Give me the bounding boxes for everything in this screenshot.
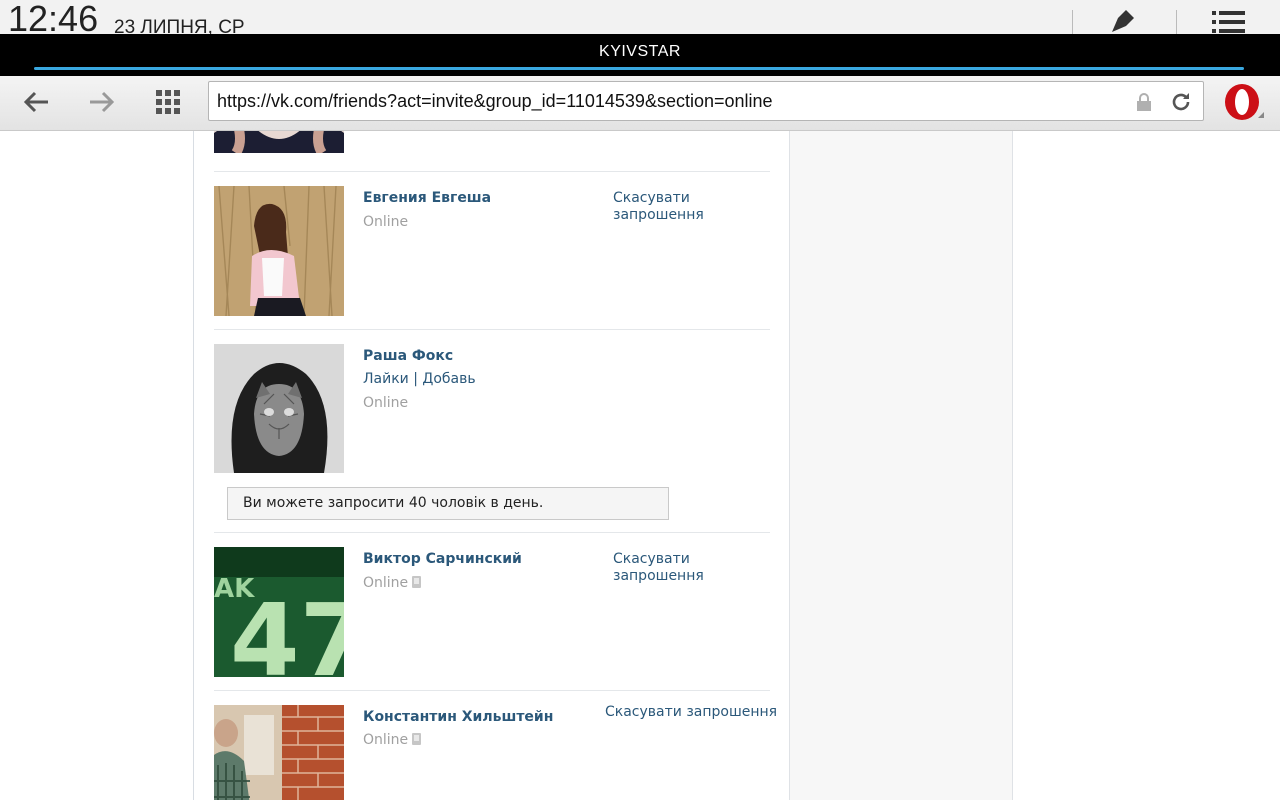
cancel-invite-link[interactable]: Скасувати запрошення (605, 704, 777, 721)
avatar[interactable] (214, 344, 344, 473)
notice-text: Ви можете запросити 40 чоловік в день. (243, 495, 544, 511)
menu-list-icon[interactable] (1210, 10, 1246, 34)
speed-dial-button[interactable] (150, 86, 186, 118)
cancel-invite-link[interactable]: Скасувати запрошення (613, 190, 713, 224)
row-divider (214, 690, 770, 691)
speed-dial-grid-icon (156, 90, 180, 114)
online-status-text: Online (363, 732, 409, 748)
friend-name[interactable]: Константин Хильштейн (363, 709, 553, 725)
browser-toolbar: https://vk.com/friends?act=invite&group_… (0, 76, 1280, 131)
status-separator (1176, 10, 1177, 34)
carrier-name: KYIVSTAR (599, 43, 681, 60)
lock-icon (1137, 93, 1151, 111)
avatar[interactable] (214, 186, 344, 316)
address-bar[interactable]: https://vk.com/friends?act=invite&group_… (208, 81, 1204, 121)
opera-logo-icon[interactable] (1222, 82, 1266, 124)
invite-limit-notice: Ви можете запросити 40 чоловік в день. (227, 487, 669, 520)
pen-icon[interactable] (1108, 6, 1138, 34)
mobile-phone-icon (412, 576, 422, 588)
online-status-text: Online (363, 575, 409, 591)
cancel-invite-link[interactable]: Скасувати запрошення (613, 551, 713, 585)
avatar[interactable]: AK 47 (214, 547, 344, 677)
page-content: Евгения Евгеша Online Скасувати запрошен… (0, 131, 1280, 800)
system-status-bar: 12:46 23 ЛИПНЯ, СР (0, 0, 1280, 34)
avatar[interactable] (214, 705, 344, 800)
mobile-phone-icon (412, 733, 422, 745)
row-divider (214, 171, 770, 172)
online-status: Online (363, 214, 409, 230)
online-status: Online (363, 395, 409, 411)
right-column (789, 131, 1013, 800)
date: 23 ЛИПНЯ, СР (114, 17, 245, 34)
url-text[interactable]: https://vk.com/friends?act=invite&group_… (217, 91, 773, 112)
clock: 12:46 (8, 0, 99, 34)
forward-button[interactable] (84, 86, 120, 118)
row-divider (214, 329, 770, 330)
status-separator (1072, 10, 1073, 34)
friend-name[interactable]: Раша Фокс (363, 348, 453, 364)
avatar[interactable] (214, 131, 344, 153)
page-load-progress (34, 67, 1244, 70)
online-status: Online (363, 732, 422, 748)
forward-arrow-icon (90, 91, 115, 113)
online-status: Online (363, 575, 422, 591)
back-arrow-icon (23, 91, 48, 113)
friend-name[interactable]: Виктор Сарчинский (363, 551, 522, 567)
back-button[interactable] (18, 86, 54, 118)
friend-name[interactable]: Евгения Евгеша (363, 190, 491, 206)
reload-icon[interactable] (1169, 90, 1193, 114)
svg-text:47: 47 (230, 582, 344, 677)
row-divider (214, 532, 770, 533)
carrier-bar: KYIVSTAR (0, 34, 1280, 76)
friend-links[interactable]: Лайки | Добавь (363, 371, 476, 387)
content-border (193, 131, 194, 800)
